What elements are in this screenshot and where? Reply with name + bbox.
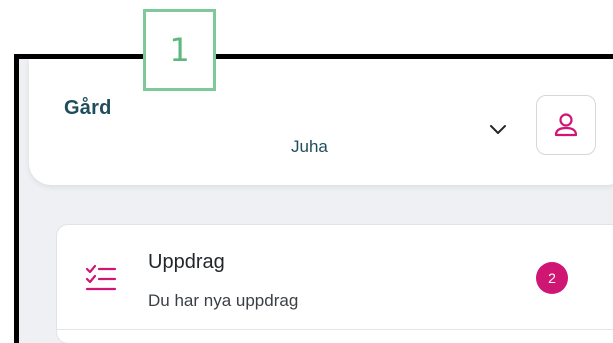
tasks-title: Uppdrag <box>148 251 225 273</box>
farm-selector-value[interactable]: Juha <box>291 137 328 157</box>
step-marker: 1 <box>143 9 216 91</box>
app-frame: Gård Juha Uppdrag Du har nya uppdrag 2 <box>14 54 613 343</box>
screen: Gård Juha Uppdrag Du har nya uppdrag 2 1 <box>0 0 613 343</box>
farm-header: Gård Juha <box>29 59 613 185</box>
user-icon <box>554 113 578 137</box>
tasks-subtitle: Du har nya uppdrag <box>148 291 299 310</box>
divider <box>57 329 613 330</box>
task-list-icon <box>85 264 117 291</box>
tasks-count-badge: 2 <box>536 262 568 294</box>
tasks-card[interactable]: Uppdrag Du har nya uppdrag 2 <box>56 224 613 343</box>
chevron-down-icon[interactable] <box>486 117 510 141</box>
profile-button[interactable] <box>536 95 596 155</box>
farm-label: Gård <box>64 97 112 119</box>
